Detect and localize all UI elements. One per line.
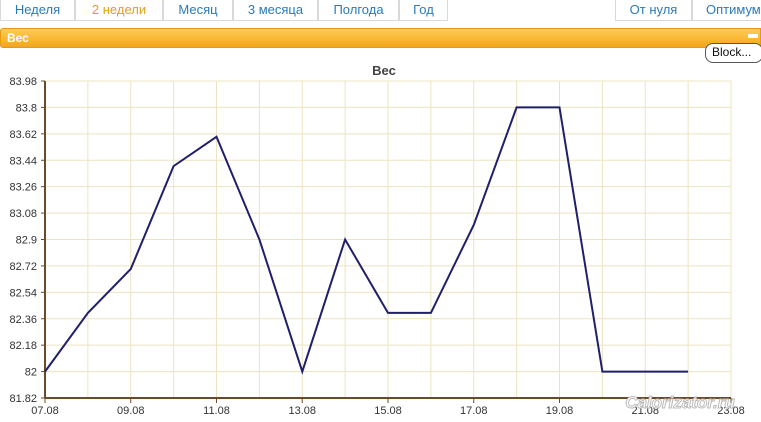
chart-grid xyxy=(44,80,732,399)
chart-title: Вес xyxy=(372,63,396,78)
y-tick-label: 83.8 xyxy=(16,102,37,114)
y-tick-label: 83.62 xyxy=(9,129,37,141)
x-tick-label: 11.08 xyxy=(203,405,230,417)
y-axis-ticks: 81.82 82 82.18 82.36 82.54 82.72 82.9 83.08 83.2… xyxy=(9,76,37,405)
y-tick-label: 83.44 xyxy=(9,155,37,167)
weight-chart: Вес 81.82 82 82.18 82.36 82.54 82.72 82.9 83.08… xyxy=(9,63,744,417)
y-tick-label: 81.82 xyxy=(9,393,37,405)
y-tick-label: 82.9 xyxy=(16,235,37,247)
y-tick-label: 82.72 xyxy=(9,261,37,273)
x-tick-label: 07.08 xyxy=(31,405,59,417)
y-tick-label: 83.26 xyxy=(9,182,37,194)
x-tick-label: 13.08 xyxy=(288,405,316,417)
y-tick-label: 82.18 xyxy=(9,340,37,352)
y-tick-label: 82.54 xyxy=(9,287,37,299)
x-tick-label: 19.08 xyxy=(546,405,574,417)
y-tick-label: 83.08 xyxy=(9,208,37,220)
watermark: Calorizator.ru xyxy=(625,393,735,412)
x-tick-label: 15.08 xyxy=(374,405,402,417)
y-tick-label: 82.36 xyxy=(9,314,37,326)
x-tick-label: 09.08 xyxy=(117,405,145,417)
x-tick-label: 17.08 xyxy=(460,405,488,417)
y-tick-label: 83.98 xyxy=(9,76,37,88)
y-tick-label: 82 xyxy=(25,367,37,379)
